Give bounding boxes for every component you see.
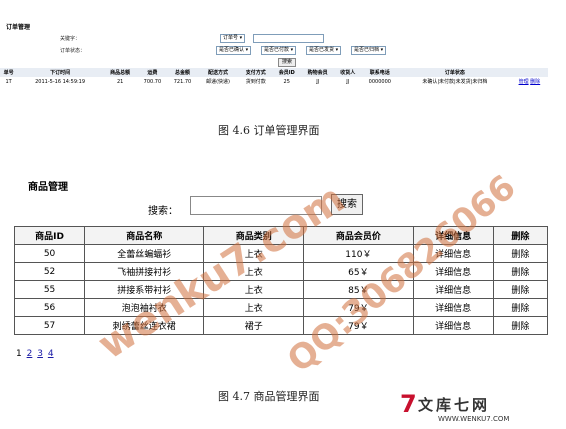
col-header: 购物会员 <box>307 70 328 76</box>
status-select-archived[interactable]: 是否已归档 ▾ <box>351 46 387 55</box>
page-1[interactable]: 1 <box>16 349 22 359</box>
logo-mark: 7 <box>400 390 417 418</box>
pagination: 1 2 3 4 <box>16 349 56 359</box>
col-header: 会员ID <box>278 70 295 76</box>
table-row: 1T 2011-5-16 14:59:19 21 700.70 721.70 邮… <box>0 77 548 86</box>
order-status: 未确认|未付款|未发货|未归档 <box>422 79 488 85</box>
goods-id: 56 <box>13 298 86 317</box>
goods-category: 上衣 <box>203 298 305 317</box>
shipping-fee: 700.70 <box>143 78 162 85</box>
col-header: 单号 <box>3 70 14 76</box>
status-label: 订单状态： <box>60 48 86 54</box>
figure-caption-4-6: 图 4.6 订单管理界面 <box>218 124 320 137</box>
order-total: 721.70 <box>173 78 192 85</box>
delete-link[interactable]: 删除 <box>492 244 549 263</box>
goods-total: 21 <box>116 78 124 85</box>
status-select-shipped[interactable]: 是否已发货 ▾ <box>306 46 342 55</box>
goods-id: 57 <box>13 316 86 335</box>
order-management-screenshot: 订单管理 关键字： 订单号 ▾ 订单状态： 是否已确认 ▾ 是否已付款 ▾ 是否… <box>0 20 566 92</box>
col-header: 收货人 <box>340 70 356 76</box>
delete-link[interactable]: 删除 <box>492 298 549 317</box>
delete-link[interactable]: 删除 <box>530 79 540 85</box>
keyword-input[interactable] <box>253 34 324 43</box>
col-header: 总金额 <box>174 70 190 76</box>
payment-method: 货到付款 <box>245 79 266 85</box>
page-2[interactable]: 2 <box>27 349 33 359</box>
delete-link[interactable]: 删除 <box>492 262 549 281</box>
figure-caption-4-7: 图 4.7 商品管理界面 <box>218 390 320 403</box>
member-name: JJ <box>316 78 320 85</box>
col-header: 运费 <box>147 70 158 76</box>
logo-url: WWW.WENKU7.COM <box>438 415 510 423</box>
member-id: 25 <box>283 78 290 85</box>
goods-search-label: 搜索： <box>148 206 178 217</box>
delete-link[interactable]: 删除 <box>492 316 549 335</box>
col-header: 支付方式 <box>245 70 266 76</box>
keyword-select[interactable]: 订单号 ▾ <box>220 34 246 43</box>
order-id: 1T <box>5 78 12 85</box>
delete-link[interactable]: 删除 <box>492 280 549 299</box>
status-select-paid[interactable]: 是否已付款 ▾ <box>261 46 297 55</box>
table-row: 55 拼接系带衬衫 上衣 85￥ 详细信息 删除 <box>13 280 549 299</box>
order-table-header: 单号 下订时间 商品总额 运费 总金额 配送方式 支付方式 会员ID 购物会员 … <box>0 68 548 77</box>
order-time: 2011-5-16 14:59:19 <box>35 78 86 85</box>
col-header: 商品名称 <box>84 226 205 245</box>
status-select-confirmed[interactable]: 是否已确认 ▾ <box>216 46 252 55</box>
table-row: 56 泡泡袖衬衣 上衣 79￥ 详细信息 删除 <box>13 298 549 317</box>
goods-id: 50 <box>13 244 86 263</box>
goods-mgmt-title: 商品管理 <box>28 182 68 193</box>
goods-id: 52 <box>13 262 86 281</box>
col-header <box>511 68 548 77</box>
detail-link[interactable]: 详细信息 <box>412 316 494 335</box>
detail-link[interactable]: 详细信息 <box>412 298 494 317</box>
detail-link[interactable]: 详细信息 <box>412 280 494 299</box>
delivery-method: 邮递(快递) <box>206 79 230 85</box>
col-header: 联系电话 <box>369 70 390 76</box>
table-row: 52 飞袖拼接衬衫 上衣 65￥ 详细信息 删除 <box>13 262 549 281</box>
phone: 0000000 <box>368 78 391 85</box>
col-header: 商品ID <box>13 226 86 245</box>
goods-id: 55 <box>13 280 86 299</box>
order-search-button[interactable]: 搜索 <box>278 58 297 67</box>
order-table: 单号 下订时间 商品总额 运费 总金额 配送方式 支付方式 会员ID 购物会员 … <box>0 68 548 86</box>
receiver: JJ <box>346 78 350 85</box>
col-header: 下订时间 <box>50 70 71 76</box>
logo-text: 文库七网 <box>418 396 491 414</box>
page-4[interactable]: 4 <box>48 349 54 359</box>
goods-category: 裙子 <box>203 316 305 335</box>
keyword-label: 关键字： <box>60 36 81 42</box>
page-3[interactable]: 3 <box>37 349 43 359</box>
order-mgmt-title: 订单管理 <box>6 24 31 31</box>
col-header: 删除 <box>492 226 549 245</box>
order-actions: 管理 删除 <box>511 77 548 86</box>
goods-name: 全蕾丝蝙蝠衫 <box>84 244 205 263</box>
col-header: 配送方式 <box>208 70 229 76</box>
col-header: 商品总额 <box>110 70 131 76</box>
manage-link[interactable]: 管理 <box>519 79 529 85</box>
col-header: 订单状态 <box>444 70 465 76</box>
